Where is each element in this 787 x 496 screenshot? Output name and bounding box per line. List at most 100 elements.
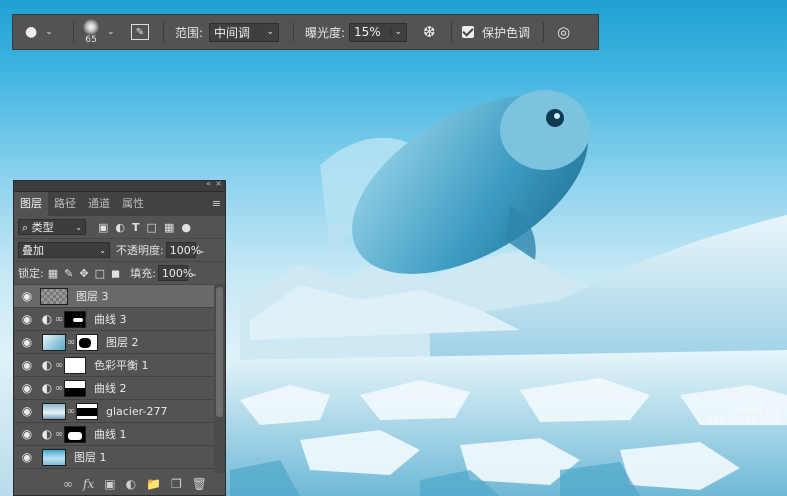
- chevron-down-icon: ⌄: [390, 27, 402, 37]
- tool-preset-picker[interactable]: ● ⌄: [25, 15, 53, 49]
- link-icon[interactable]: ∞: [66, 337, 76, 348]
- link-icon[interactable]: ∞: [54, 429, 64, 440]
- exposure-label: 曝光度:: [305, 25, 346, 40]
- filter-kind-value: 类型: [31, 221, 54, 234]
- layer-row[interactable]: ◉ ◐ ∞ 曲线 1: [14, 423, 215, 446]
- chevron-down-icon: ⌄: [266, 27, 274, 37]
- link-layers-icon[interactable]: ∞: [63, 477, 73, 491]
- brush-preset-picker[interactable]: 65: [83, 15, 99, 49]
- layer-row[interactable]: ◉ ◐ ∞ 曲线 3: [14, 308, 215, 331]
- range-select[interactable]: 中间调 ⌄: [209, 22, 279, 42]
- layers-panel: « × 图层 路径 通道 属性 ≡ ⌕ 类型 ⌄ ▣ ◐ T □ ▦ ● 叠加 …: [13, 179, 226, 496]
- lock-label: 锁定:: [18, 267, 44, 280]
- brush-panel-toggle[interactable]: ✎: [131, 15, 149, 49]
- tool-options-bar: ● ⌄ 65 ⌄ ✎ 范围: 中间调 ⌄ 曝光度: 15% ⌄ ❆ 保护色调 ◎: [12, 14, 599, 50]
- link-icon[interactable]: ∞: [66, 406, 76, 417]
- protect-tones-checkbox[interactable]: 保护色调: [462, 15, 530, 49]
- filter-adjustment-icon[interactable]: ◐: [115, 221, 125, 234]
- layer-thumbnail: [42, 333, 66, 351]
- scrollbar-thumb[interactable]: [216, 287, 223, 417]
- adjustment-icon[interactable]: ◐: [126, 477, 136, 491]
- tab-layers[interactable]: 图层: [14, 192, 48, 216]
- chevron-down-icon[interactable]: ⌄: [199, 246, 206, 255]
- link-icon[interactable]: ∞: [54, 360, 64, 371]
- layer-row[interactable]: ◉ ∞ glacier-277: [14, 400, 215, 423]
- range-value: 中间调: [214, 25, 251, 40]
- chevron-down-icon[interactable]: ⌄: [191, 269, 198, 278]
- filter-row: ⌕ 类型 ⌄ ▣ ◐ T □ ▦ ●: [14, 216, 225, 239]
- add-mask-icon[interactable]: ▣: [104, 477, 115, 491]
- watermark: PS教程论坛 BBS.16XX8.COM: [707, 404, 781, 427]
- layer-thumbnail: [40, 287, 68, 305]
- layer-name: 图层 1: [74, 451, 107, 464]
- layer-row[interactable]: ◉ ◐ ∞ 曲线 2: [14, 377, 215, 400]
- visibility-eye-icon[interactable]: ◉: [14, 404, 40, 418]
- filter-kind-select[interactable]: ⌕ 类型 ⌄: [18, 219, 86, 235]
- exposure-value: 15%: [354, 25, 381, 39]
- soft-brush-icon: [83, 19, 99, 35]
- panel-tabs: 图层 路径 通道 属性 ≡: [14, 192, 225, 216]
- filter-toggle-icon[interactable]: ●: [181, 221, 191, 234]
- visibility-eye-icon[interactable]: ◉: [14, 289, 40, 303]
- watermark-text: PS教程论坛 BBS.16XX8.COM: [706, 407, 781, 427]
- visibility-eye-icon[interactable]: ◉: [14, 312, 40, 326]
- fill-value: 100%: [161, 266, 194, 280]
- protect-tones-label: 保护色调: [482, 25, 531, 40]
- tab-properties[interactable]: 属性: [116, 192, 150, 216]
- layer-mask-thumbnail: [64, 379, 86, 397]
- checkbox-checked-icon: [462, 26, 474, 38]
- visibility-eye-icon[interactable]: ◉: [14, 335, 40, 349]
- layer-mask-thumbnail: [76, 333, 98, 351]
- brush-chevron[interactable]: ⌄: [107, 15, 115, 49]
- exposure-input[interactable]: 15% ⌄: [349, 22, 407, 42]
- visibility-eye-icon[interactable]: ◉: [14, 427, 40, 441]
- lock-all-icon[interactable]: ◼: [111, 267, 120, 280]
- lock-transparent-icon[interactable]: ▦: [48, 267, 58, 280]
- panel-titlebar[interactable]: « ×: [14, 179, 225, 192]
- tab-paths[interactable]: 路径: [48, 192, 82, 216]
- filter-pixel-icon[interactable]: ▣: [98, 221, 108, 234]
- layer-mask-thumbnail: [64, 425, 86, 443]
- lock-artboard-icon[interactable]: □: [95, 267, 105, 280]
- opacity-value: 100%: [169, 243, 202, 257]
- layer-row[interactable]: ◉ ∞ 图层 2: [14, 331, 215, 354]
- fill-input[interactable]: 100%: [157, 265, 193, 281]
- visibility-eye-icon[interactable]: ◉: [14, 381, 40, 395]
- layer-name: 图层 3: [76, 290, 109, 303]
- collapse-icon[interactable]: «: [206, 179, 211, 188]
- fx-icon[interactable]: fx: [83, 477, 94, 491]
- layer-name: 图层 2: [106, 336, 139, 349]
- folder-icon[interactable]: 📁: [146, 477, 161, 491]
- layer-row[interactable]: ◉ ◐ ∞ 色彩平衡 1: [14, 354, 215, 377]
- chevron-down-icon: ⌄: [107, 27, 115, 37]
- lock-position-icon[interactable]: ✥: [79, 267, 88, 280]
- new-layer-icon[interactable]: ❐: [171, 477, 182, 491]
- link-icon[interactable]: ∞: [54, 383, 64, 394]
- filter-shape-icon[interactable]: □: [147, 221, 157, 234]
- filter-type-icon[interactable]: T: [132, 221, 140, 234]
- pressure-size-button[interactable]: ◎: [557, 15, 570, 49]
- brush-panel-icon: ✎: [131, 24, 149, 40]
- blend-mode-select[interactable]: 叠加 ⌄: [18, 242, 110, 258]
- layer-name: 曲线 3: [94, 313, 127, 326]
- layer-row[interactable]: ◉ 图层 1: [14, 446, 215, 469]
- lock-row: 锁定: ▦ ✎ ✥ □ ◼ 填充: 100% ⌄: [14, 262, 225, 285]
- trash-icon[interactable]: 🗑: [192, 477, 207, 491]
- panel-menu-icon[interactable]: ≡: [212, 197, 221, 210]
- layer-list-scrollbar[interactable]: [214, 285, 225, 473]
- visibility-eye-icon[interactable]: ◉: [14, 450, 40, 464]
- link-icon[interactable]: ∞: [54, 314, 64, 325]
- layer-row[interactable]: ◉ 图层 3: [14, 285, 215, 308]
- search-icon: ⌕: [22, 221, 29, 234]
- layer-mask-thumbnail: [76, 402, 98, 420]
- filter-smart-object-icon[interactable]: ▦: [164, 221, 174, 234]
- airbrush-button[interactable]: ❆: [423, 15, 436, 49]
- layer-mask-thumbnail: [64, 310, 86, 328]
- layer-name: 曲线 1: [94, 428, 127, 441]
- close-icon[interactable]: ×: [215, 179, 222, 188]
- visibility-eye-icon[interactable]: ◉: [14, 358, 40, 372]
- layer-name: 曲线 2: [94, 382, 127, 395]
- tab-channels[interactable]: 通道: [82, 192, 116, 216]
- lock-paint-icon[interactable]: ✎: [64, 267, 73, 280]
- opacity-input[interactable]: 100%: [165, 242, 201, 258]
